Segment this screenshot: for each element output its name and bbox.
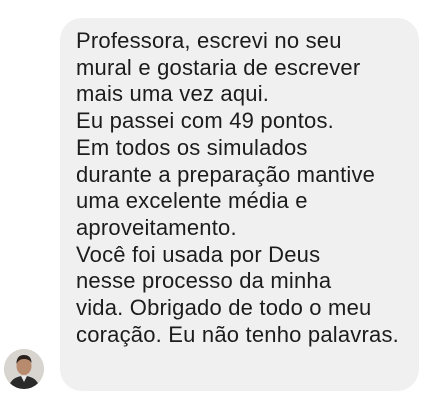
chat-message-row: Professora, escrevi no seu mural e gosta… bbox=[0, 0, 431, 402]
message-line: Você foi usada por Deus bbox=[76, 241, 321, 267]
message-line: Professora, escrevi no seu bbox=[76, 28, 342, 53]
message-line: aproveitamento. bbox=[76, 214, 237, 240]
message-line: uma excelente média e bbox=[76, 188, 308, 214]
message-line: nesse processo da minha bbox=[76, 268, 332, 294]
message-bubble[interactable]: Professora, escrevi no seu mural e gosta… bbox=[60, 18, 419, 391]
message-line: coração. Eu não tenho palavras. bbox=[76, 321, 399, 347]
avatar-image bbox=[4, 349, 44, 389]
message-line: vida. Obrigado de todo o meu bbox=[76, 295, 372, 321]
sender-avatar[interactable] bbox=[4, 349, 44, 389]
message-line: mural e gostaria de escrever bbox=[76, 54, 361, 80]
message-line: mais uma vez aqui. bbox=[76, 81, 270, 107]
message-line: durante a preparação mantive bbox=[76, 161, 376, 187]
message-line: Em todos os simulados bbox=[76, 134, 308, 160]
message-line: Eu passei com 49 pontos. bbox=[76, 108, 334, 134]
